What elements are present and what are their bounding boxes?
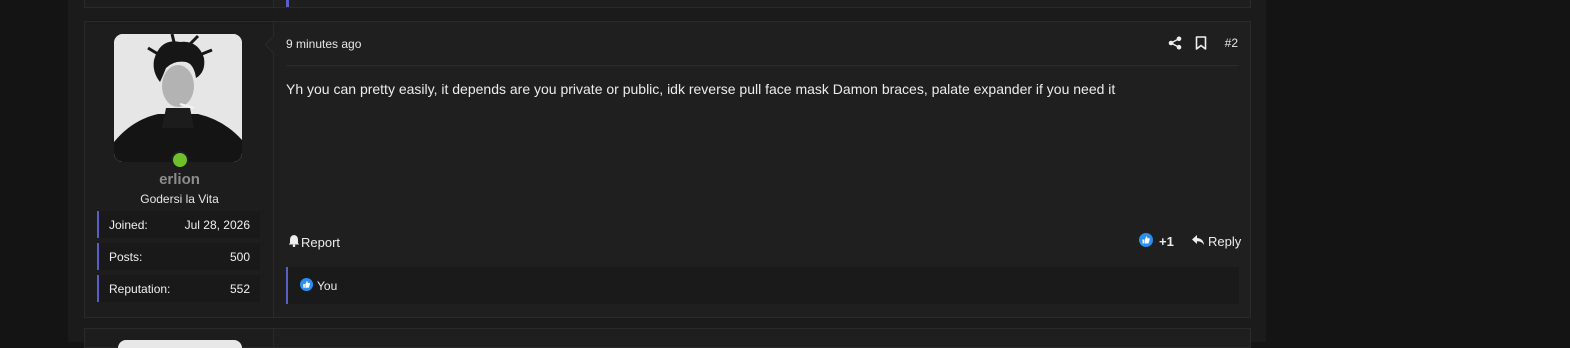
post-timestamp[interactable]: 9 minutes ago xyxy=(286,37,361,51)
stat-value: 500 xyxy=(229,250,250,264)
reply-button[interactable]: Reply xyxy=(1191,234,1241,249)
next-post-user-cell xyxy=(85,329,274,348)
online-status-indicator xyxy=(171,151,189,169)
report-label: Report xyxy=(301,234,341,250)
share-icon[interactable] xyxy=(1168,36,1182,55)
stat-label: Posts: xyxy=(109,250,143,264)
next-post-avatar xyxy=(118,340,242,348)
previous-post-edge xyxy=(84,0,1251,8)
header-divider xyxy=(286,65,1239,66)
stat-value: Jul 28, 2026 xyxy=(184,218,250,232)
post-number[interactable]: #2 xyxy=(1225,36,1238,50)
forum-post: erlion Godersi la Vita Joined: Jul 28, 2… xyxy=(84,21,1251,318)
reply-label: Reply xyxy=(1208,234,1242,249)
user-info-cell: erlion Godersi la Vita Joined: Jul 28, 2… xyxy=(85,22,274,317)
reaction-summary[interactable]: +1 xyxy=(1139,233,1174,250)
username[interactable]: erlion xyxy=(85,171,274,188)
avatar[interactable] xyxy=(114,34,242,162)
report-button[interactable]: Report xyxy=(288,234,340,250)
reactions-list[interactable]: You xyxy=(286,267,1239,304)
previous-post-user-cell xyxy=(85,0,274,7)
reactions-list-label: You xyxy=(317,279,338,293)
bookmark-icon[interactable] xyxy=(1195,36,1207,55)
stat-label: Joined: xyxy=(109,218,148,232)
thumbs-up-icon xyxy=(300,278,313,294)
next-post-edge xyxy=(84,328,1251,348)
reply-arrow-icon xyxy=(1191,234,1205,249)
stat-label: Reputation: xyxy=(109,282,171,296)
reaction-count: +1 xyxy=(1159,234,1174,249)
bell-icon xyxy=(288,234,300,250)
stat-joined: Joined: Jul 28, 2026 xyxy=(97,211,260,238)
post-message: Yh you can pretty easily, it depends are… xyxy=(286,81,1116,97)
previous-post-accent-bar xyxy=(286,0,289,7)
user-title: Godersi la Vita xyxy=(140,192,219,206)
stat-reputation: Reputation: 552 xyxy=(97,275,260,302)
stat-posts: Posts: 500 xyxy=(97,243,260,270)
post-header-actions: #2 xyxy=(1168,35,1238,51)
stat-value: 552 xyxy=(229,282,250,296)
thumbs-up-icon xyxy=(1139,233,1153,250)
avatar-photo xyxy=(114,34,242,162)
